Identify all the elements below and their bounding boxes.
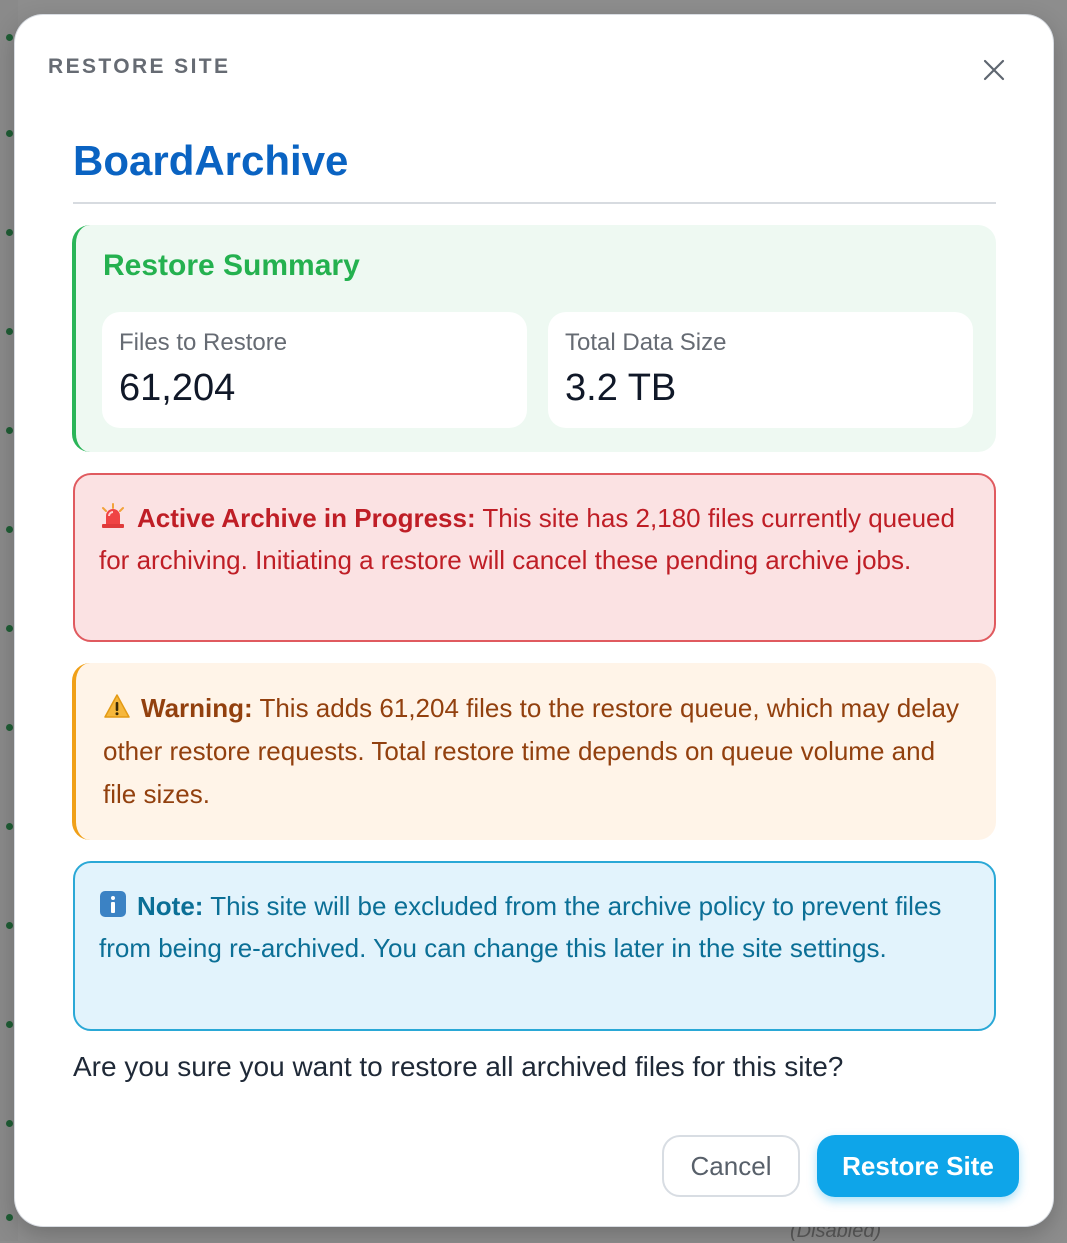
files-to-restore-stat: Files to Restore 61,204	[102, 312, 527, 428]
archive-policy-note: Note: This site will be excluded from th…	[73, 861, 996, 1031]
close-icon	[983, 59, 1005, 81]
queue-warning-title: Warning:	[141, 693, 253, 723]
cancel-button[interactable]: Cancel	[662, 1135, 800, 1197]
backdrop-status-dot	[6, 427, 13, 434]
backdrop-status-dot	[6, 1120, 13, 1127]
restore-summary-card: Restore Summary Files to Restore 61,204 …	[72, 225, 996, 452]
backdrop-status-dot	[6, 130, 13, 137]
files-to-restore-label: Files to Restore	[119, 329, 288, 356]
total-data-size-value: 3.2 TB	[565, 367, 677, 409]
archive-policy-note-title: Note:	[137, 891, 204, 921]
backdrop-status-dot	[6, 34, 13, 41]
title-divider	[73, 202, 996, 204]
active-archive-alert-title: Active Archive in Progress:	[137, 503, 476, 533]
warning-triangle-icon	[104, 694, 130, 718]
backdrop-status-dot	[6, 328, 13, 335]
queue-warning-alert: Warning: This adds 61,204 files to the r…	[72, 663, 996, 840]
modal-header-label: RESTORE SITE	[48, 55, 231, 78]
confirmation-question: Are you sure you want to restore all arc…	[73, 1051, 844, 1082]
total-data-size-stat: Total Data Size 3.2 TB	[548, 312, 973, 428]
backdrop-status-dot	[6, 922, 13, 929]
site-title: BoardArchive	[73, 137, 349, 184]
backdrop-status-dot	[6, 1021, 13, 1028]
backdrop-status-dot	[6, 1214, 13, 1221]
files-to-restore-value: 61,204	[119, 367, 236, 409]
backdrop-status-dot	[6, 229, 13, 236]
backdrop-status-dot	[6, 724, 13, 731]
info-icon	[100, 891, 126, 917]
active-archive-alert: Active Archive in Progress: This site ha…	[73, 473, 996, 642]
restore-site-modal: RESTORE SITE BoardArchive Restore Summar…	[15, 15, 1053, 1226]
total-data-size-label: Total Data Size	[565, 329, 727, 356]
backdrop-status-dot	[6, 625, 13, 632]
summary-title: Restore Summary	[103, 249, 360, 282]
restore-site-button[interactable]: Restore Site	[817, 1135, 1019, 1197]
close-button[interactable]	[976, 52, 1012, 88]
archive-policy-note-body: This site will be excluded from the arch…	[99, 891, 942, 963]
backdrop-status-dot	[6, 823, 13, 830]
backdrop-status-dot	[6, 526, 13, 533]
siren-icon	[102, 503, 124, 528]
